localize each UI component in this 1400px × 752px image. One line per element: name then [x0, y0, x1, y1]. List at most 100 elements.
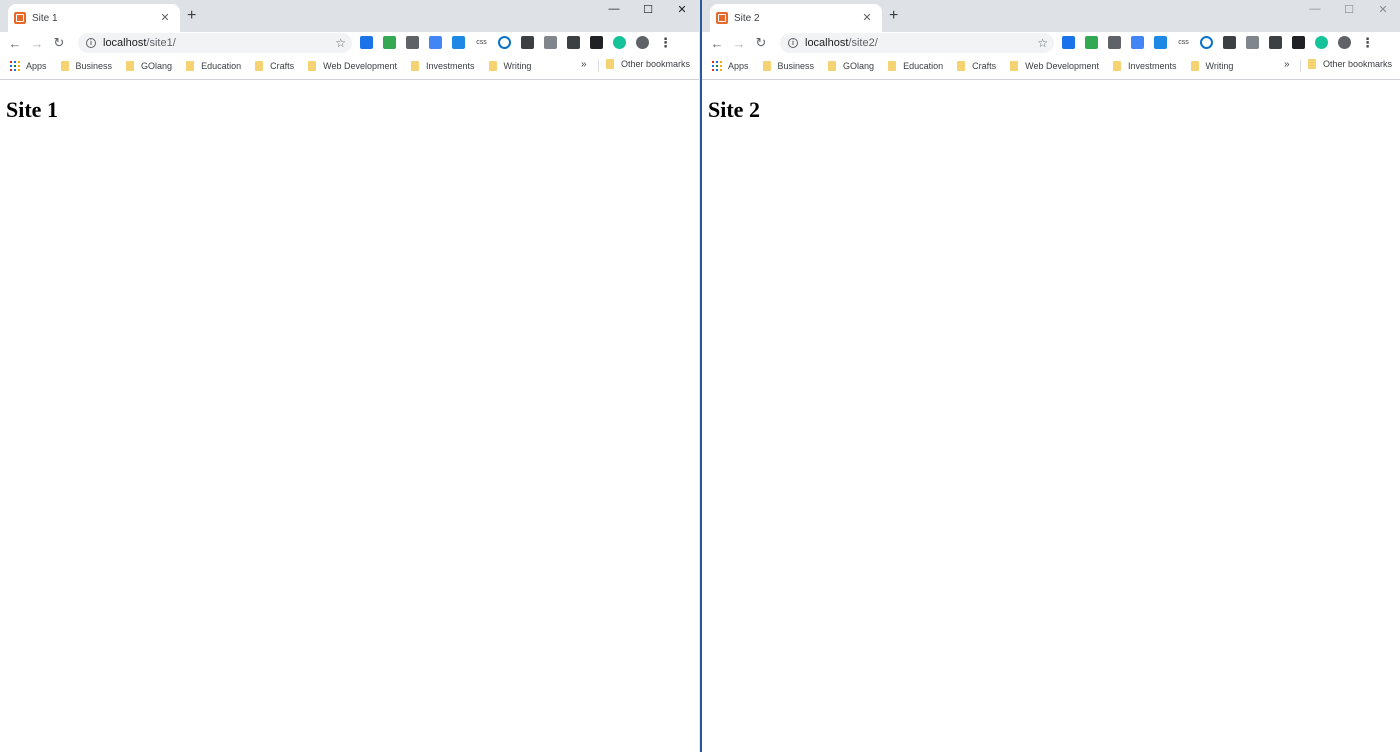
- apps-icon: [712, 61, 722, 71]
- page-content: Site 1: [0, 80, 699, 752]
- grammarly-icon[interactable]: [613, 36, 626, 49]
- info-icon[interactable]: i: [788, 38, 798, 48]
- tab-close-icon[interactable]: ✕: [860, 11, 874, 25]
- info-icon[interactable]: i: [86, 38, 96, 48]
- scissors-icon[interactable]: [406, 36, 419, 49]
- close-window-button[interactable]: ✕: [665, 0, 699, 18]
- new-tab-button[interactable]: +: [889, 8, 898, 24]
- headphones-icon[interactable]: [567, 36, 580, 49]
- bookmark-folder-business[interactable]: Business: [60, 61, 113, 71]
- highlighter-icon[interactable]: [452, 36, 465, 49]
- extensions-bar: css ⋮: [1062, 35, 1384, 50]
- v-icon[interactable]: [544, 36, 557, 49]
- reload-button[interactable]: ↻: [750, 35, 772, 51]
- bookmark-star-icon[interactable]: ☆: [335, 36, 346, 50]
- page-heading: Site 1: [6, 97, 58, 122]
- translate-icon[interactable]: [429, 36, 442, 49]
- address-bar[interactable]: i localhost/site1/ ☆: [78, 33, 352, 53]
- bookmark-label: Apps: [26, 61, 47, 71]
- bookmark-star-icon[interactable]: ☆: [1037, 36, 1048, 50]
- apps-icon: [10, 61, 20, 71]
- favicon-icon: [14, 12, 26, 24]
- ring-icon[interactable]: [498, 36, 511, 49]
- forward-button[interactable]: →: [728, 36, 750, 51]
- avatar-icon[interactable]: [636, 36, 649, 49]
- url-text: localhost/site2/: [805, 37, 878, 49]
- bookmark-folder-crafts[interactable]: Crafts: [255, 61, 294, 71]
- headphones-icon[interactable]: [1269, 36, 1282, 49]
- terminal-icon[interactable]: [590, 36, 603, 49]
- minimize-button[interactable]: —: [1298, 0, 1332, 18]
- bookmark-folder-business[interactable]: Business: [762, 61, 815, 71]
- css-icon[interactable]: css: [1177, 36, 1190, 49]
- ring-icon[interactable]: [1200, 36, 1213, 49]
- grammarly-icon[interactable]: [1315, 36, 1328, 49]
- page-heading: Site 2: [708, 97, 760, 122]
- bookmark-label: Business: [75, 61, 113, 71]
- bookmark-folder-web-development[interactable]: Web Development: [308, 61, 397, 71]
- folder-icon: [828, 61, 837, 71]
- bookmark-folder-golang[interactable]: GOlang: [828, 61, 874, 71]
- maximize-button[interactable]: ☐: [631, 0, 665, 18]
- bookmark-folder-writing[interactable]: Writing: [1190, 61, 1233, 71]
- url-path: /site2/: [848, 37, 878, 49]
- back-button[interactable]: ←: [4, 36, 26, 51]
- translate-icon[interactable]: [1131, 36, 1144, 49]
- bookmark-folders: Business GOlang Education Crafts Web Develop…: [762, 61, 1248, 71]
- bookmark-label: Crafts: [270, 61, 295, 71]
- new-tab-button[interactable]: +: [187, 8, 196, 24]
- folder-icon: [606, 59, 614, 69]
- bookmark-folder-golang[interactable]: GOlang: [126, 61, 172, 71]
- reload-button[interactable]: ↻: [48, 35, 70, 51]
- maximize-button[interactable]: ☐: [1332, 0, 1366, 18]
- highlighter-icon[interactable]: [1154, 36, 1167, 49]
- cloud-icon[interactable]: [1062, 36, 1075, 49]
- bookmark-label: GOlang: [843, 61, 875, 71]
- bookmark-folders: Business GOlang Education Crafts Web Develop…: [60, 61, 546, 71]
- tab-close-icon[interactable]: ✕: [158, 11, 172, 25]
- bookmark-folder-education[interactable]: Education: [888, 61, 943, 71]
- bookmarks-overflow-chevron-icon[interactable]: »: [581, 59, 587, 70]
- bookmark-label: Crafts: [972, 61, 997, 71]
- bookmark-other[interactable]: Other bookmarks: [1308, 59, 1392, 69]
- tab-title: Site 1: [32, 12, 58, 24]
- v-icon[interactable]: [1246, 36, 1259, 49]
- back-button[interactable]: ←: [706, 36, 728, 51]
- url-host: localhost: [805, 37, 849, 49]
- bookmark-folder-crafts[interactable]: Crafts: [957, 61, 996, 71]
- bookmark-label: Writing: [503, 61, 532, 71]
- folder-icon: [1308, 59, 1316, 69]
- pen-tool-icon[interactable]: [521, 36, 534, 49]
- tab-site2[interactable]: Site 2 ✕: [710, 4, 882, 32]
- google-drive-icon[interactable]: [383, 36, 396, 49]
- terminal-icon[interactable]: [1292, 36, 1305, 49]
- avatar-icon[interactable]: [1338, 36, 1351, 49]
- bookmark-apps[interactable]: Apps: [10, 61, 47, 71]
- bookmark-other[interactable]: Other bookmarks: [606, 59, 690, 69]
- bookmark-folder-web-development[interactable]: Web Development: [1010, 61, 1099, 71]
- bookmark-folder-investments[interactable]: Investments: [1113, 61, 1177, 71]
- tab-site1[interactable]: Site 1 ✕: [8, 4, 180, 32]
- forward-button[interactable]: →: [26, 36, 48, 51]
- folder-icon: [126, 61, 135, 71]
- css-icon[interactable]: css: [475, 36, 488, 49]
- menu-dots-icon[interactable]: ⋮: [1361, 35, 1374, 50]
- bookmark-folder-education[interactable]: Education: [186, 61, 241, 71]
- window-controls: — ☐ ✕: [597, 0, 699, 18]
- bookmark-label: Other bookmarks: [1323, 59, 1393, 69]
- address-bar[interactable]: i localhost/site2/ ☆: [780, 33, 1054, 53]
- menu-dots-icon[interactable]: ⋮: [659, 35, 672, 50]
- google-drive-icon[interactable]: [1085, 36, 1098, 49]
- close-window-button[interactable]: ✕: [1366, 0, 1400, 18]
- pen-tool-icon[interactable]: [1223, 36, 1236, 49]
- bookmarks-overflow-chevron-icon[interactable]: »: [1284, 59, 1290, 70]
- url-host: localhost: [103, 37, 147, 49]
- cloud-icon[interactable]: [360, 36, 373, 49]
- bookmark-apps[interactable]: Apps: [712, 61, 749, 71]
- scissors-icon[interactable]: [1108, 36, 1121, 49]
- bookmark-label: Business: [777, 61, 815, 71]
- minimize-button[interactable]: —: [597, 0, 631, 18]
- bookmark-folder-investments[interactable]: Investments: [411, 61, 475, 71]
- bookmark-folder-writing[interactable]: Writing: [488, 61, 532, 71]
- bookmark-label: Apps: [728, 61, 749, 71]
